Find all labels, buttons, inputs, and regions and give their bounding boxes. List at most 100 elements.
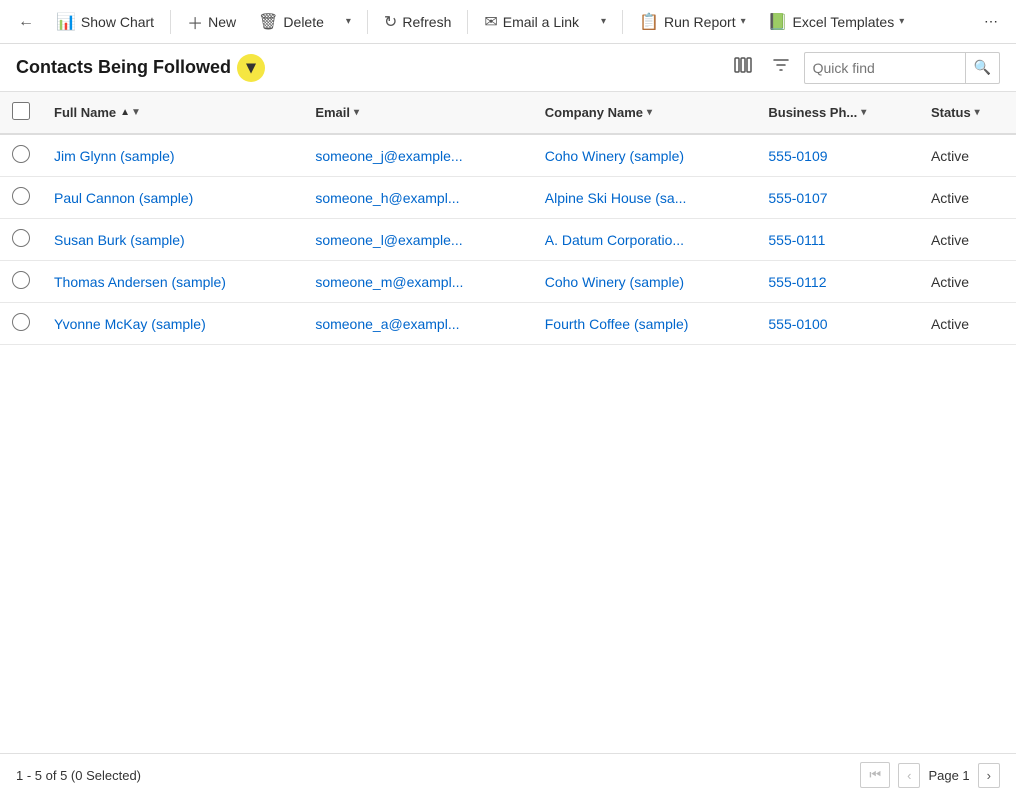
status-sort-icon: ▾ — [975, 107, 980, 118]
company-link-3[interactable]: Coho Winery (sample) — [545, 274, 684, 290]
row-select-cell[interactable] — [0, 177, 42, 219]
status-cell: Active — [919, 303, 1016, 345]
full-name-link-3[interactable]: Thomas Andersen (sample) — [54, 274, 226, 290]
full-name-link-0[interactable]: Jim Glynn (sample) — [54, 148, 175, 164]
phone-link-4[interactable]: 555-0100 — [768, 316, 827, 332]
table-body: Jim Glynn (sample) someone_j@example... … — [0, 134, 1016, 345]
row-radio-4[interactable] — [12, 313, 30, 331]
chevron-down-icon-4: ▾ — [899, 16, 904, 27]
full-name-column-header[interactable]: Full Name ▲ ▼ — [42, 92, 303, 134]
column-chooser-button[interactable] — [728, 50, 758, 85]
email-cell: someone_j@example... — [303, 134, 532, 177]
sort-up-icon: ▲ — [120, 107, 130, 118]
status-column-header[interactable]: Status ▾ — [919, 92, 1016, 134]
more-button[interactable]: ⋯ — [974, 7, 1008, 36]
row-radio-3[interactable] — [12, 271, 30, 289]
table-row: Yvonne McKay (sample) someone_a@exampl..… — [0, 303, 1016, 345]
contacts-table: Full Name ▲ ▼ Email ▾ Company — [0, 92, 1016, 345]
phone-link-2[interactable]: 555-0111 — [768, 232, 825, 248]
email-link-dropdown-button[interactable]: ▾ — [591, 10, 616, 33]
company-name-cell: Coho Winery (sample) — [533, 134, 757, 177]
full-name-link-1[interactable]: Paul Cannon (sample) — [54, 190, 193, 206]
new-button[interactable]: ＋ New — [177, 4, 246, 40]
row-select-cell[interactable] — [0, 134, 42, 177]
email-cell: someone_a@exampl... — [303, 303, 532, 345]
email-cell: someone_h@exampl... — [303, 177, 532, 219]
company-link-4[interactable]: Fourth Coffee (sample) — [545, 316, 689, 332]
view-header: Contacts Being Followed ▾ 🔍 — [0, 44, 1016, 92]
record-count: 1 - 5 of 5 (0 Selected) — [16, 768, 141, 783]
phone-link-3[interactable]: 555-0112 — [768, 274, 826, 290]
view-title: Contacts Being Followed ▾ — [16, 54, 728, 82]
filter-icon — [772, 56, 790, 74]
company-link-2[interactable]: A. Datum Corporatio... — [545, 232, 684, 248]
view-dropdown-button[interactable]: ▾ — [237, 54, 265, 82]
delete-button[interactable]: 🗑 Delete — [248, 6, 334, 38]
email-link-1[interactable]: someone_h@exampl... — [315, 190, 459, 206]
page-label: Page 1 — [928, 768, 969, 783]
plus-icon: ＋ — [187, 10, 203, 34]
row-select-cell[interactable] — [0, 261, 42, 303]
phone-link-0[interactable]: 555-0109 — [768, 148, 827, 164]
company-link-0[interactable]: Coho Winery (sample) — [545, 148, 684, 164]
email-cell: someone_m@exampl... — [303, 261, 532, 303]
table-row: Paul Cannon (sample) someone_h@exampl...… — [0, 177, 1016, 219]
table-header-row: Full Name ▲ ▼ Email ▾ Company — [0, 92, 1016, 134]
table-row: Jim Glynn (sample) someone_j@example... … — [0, 134, 1016, 177]
full-name-link-4[interactable]: Yvonne McKay (sample) — [54, 316, 206, 332]
company-sort-icon: ▾ — [647, 107, 652, 118]
phone-link-1[interactable]: 555-0107 — [768, 190, 827, 206]
full-name-cell: Susan Burk (sample) — [42, 219, 303, 261]
company-link-1[interactable]: Alpine Ski House (sa... — [545, 190, 687, 206]
company-name-cell: A. Datum Corporatio... — [533, 219, 757, 261]
refresh-button[interactable]: ↻ Refresh — [374, 6, 461, 38]
status-label: Status — [931, 105, 971, 120]
email-icon: ✉ — [484, 12, 497, 32]
report-icon: 📋 — [639, 12, 659, 32]
email-link-2[interactable]: someone_l@example... — [315, 232, 462, 248]
quick-find-container: 🔍 — [804, 52, 1000, 84]
quick-find-input[interactable] — [805, 60, 965, 76]
filter-button[interactable] — [766, 50, 796, 85]
company-name-cell: Coho Winery (sample) — [533, 261, 757, 303]
separator-4 — [622, 10, 623, 34]
delete-dropdown-button[interactable]: ▾ — [336, 10, 361, 33]
quick-find-search-button[interactable]: 🔍 — [965, 53, 999, 83]
company-name-column-header[interactable]: Company Name ▾ — [533, 92, 757, 134]
row-radio-2[interactable] — [12, 229, 30, 247]
prev-page-button[interactable]: ‹ — [898, 763, 920, 788]
show-chart-button[interactable]: 📊 Show Chart — [46, 6, 164, 38]
email-column-header[interactable]: Email ▾ — [303, 92, 532, 134]
back-button[interactable]: ← — [8, 7, 44, 37]
table-container: Full Name ▲ ▼ Email ▾ Company — [0, 92, 1016, 345]
email-link-3[interactable]: someone_m@exampl... — [315, 274, 463, 290]
status-cell: Active — [919, 177, 1016, 219]
separator-2 — [367, 10, 368, 34]
select-all-header[interactable] — [0, 92, 42, 134]
full-name-label: Full Name — [54, 105, 116, 120]
email-label: Email — [315, 105, 350, 120]
email-link-4[interactable]: someone_a@exampl... — [315, 316, 459, 332]
sort-down-icon: ▼ — [131, 107, 141, 118]
chevron-down-icon-3: ▾ — [741, 16, 746, 27]
row-radio-1[interactable] — [12, 187, 30, 205]
business-phone-column-header[interactable]: Business Ph... ▾ — [756, 92, 919, 134]
excel-templates-button[interactable]: 📗 Excel Templates ▾ — [758, 6, 915, 38]
first-page-button[interactable]: ⏮ — [860, 762, 890, 788]
full-name-link-2[interactable]: Susan Burk (sample) — [54, 232, 185, 248]
chevron-down-icon: ▾ — [346, 16, 351, 27]
email-link-button[interactable]: ✉ Email a Link — [474, 6, 589, 38]
row-radio-0[interactable] — [12, 145, 30, 163]
run-report-button[interactable]: 📋 Run Report ▾ — [629, 6, 756, 38]
row-select-cell[interactable] — [0, 219, 42, 261]
refresh-icon: ↻ — [384, 12, 397, 32]
email-link-0[interactable]: someone_j@example... — [315, 148, 462, 164]
table-row: Thomas Andersen (sample) someone_m@examp… — [0, 261, 1016, 303]
business-phone-label: Business Ph... — [768, 105, 857, 120]
business-phone-cell: 555-0107 — [756, 177, 919, 219]
view-title-text: Contacts Being Followed — [16, 57, 231, 78]
next-page-button[interactable]: › — [978, 763, 1000, 788]
column-chooser-icon — [734, 56, 752, 74]
row-select-cell[interactable] — [0, 303, 42, 345]
select-all-checkbox[interactable] — [12, 102, 30, 120]
